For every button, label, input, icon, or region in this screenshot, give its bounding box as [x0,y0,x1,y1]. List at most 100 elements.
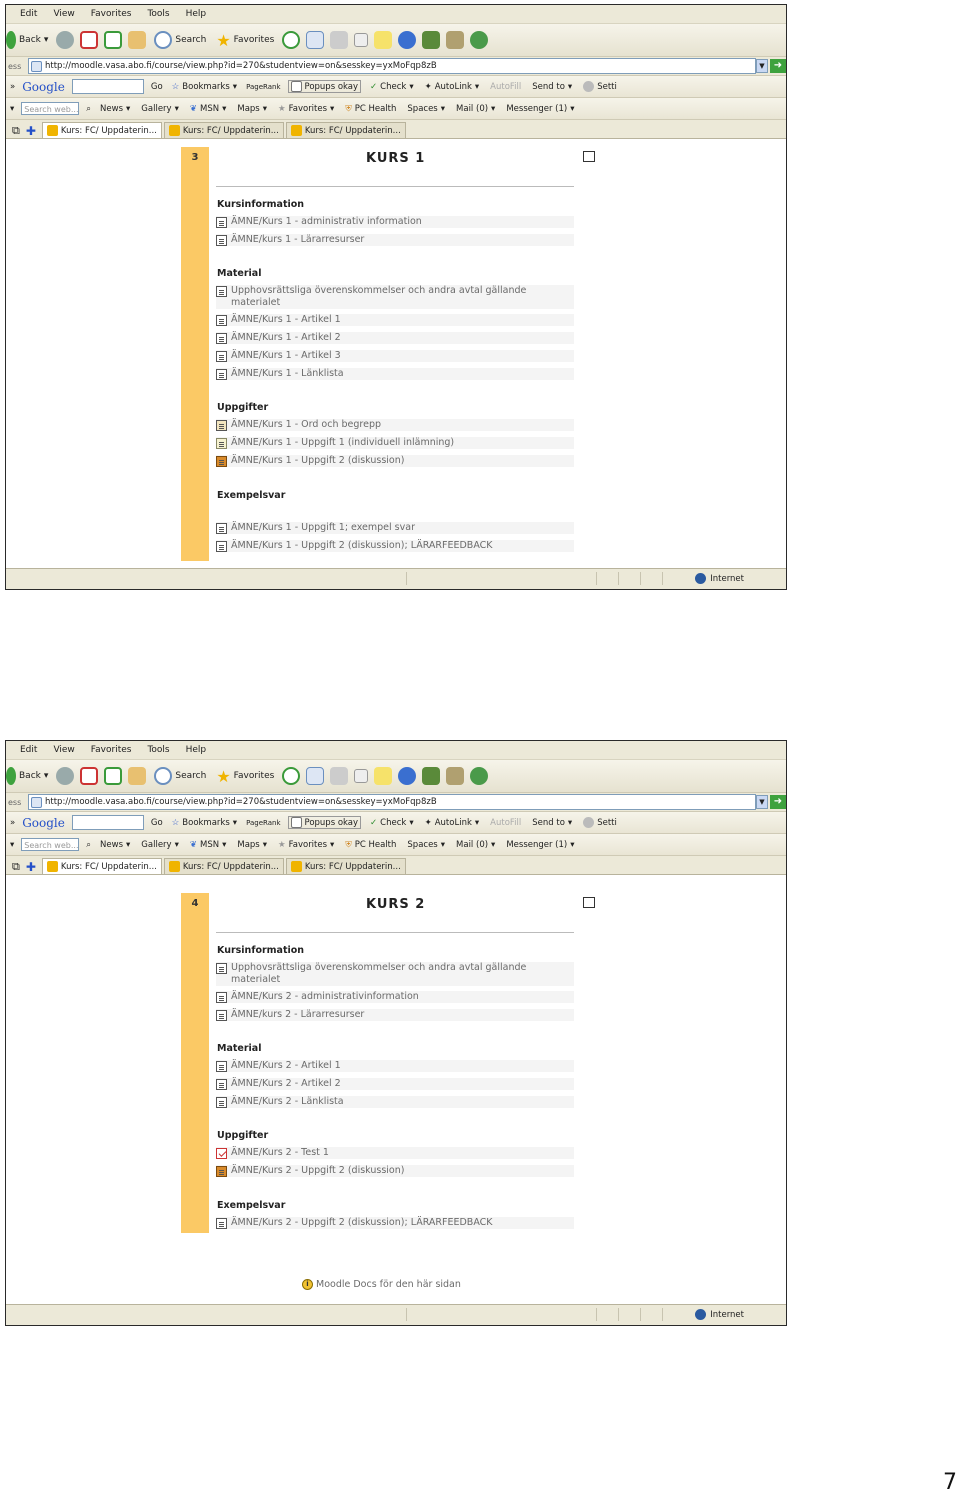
media-icon[interactable] [422,31,441,49]
back-button[interactable]: Back ▾ [6,31,50,49]
settings-button[interactable]: Setti [581,817,619,828]
web-search-input[interactable]: Search web... [21,838,80,851]
globe-icon[interactable] [398,31,417,49]
list-item[interactable]: ÄMNE/Kurs 1 - administrativ information [216,216,574,228]
menu-favorites[interactable]: Favorites [91,9,132,19]
spaces-button[interactable]: Spaces ▾ [405,840,447,850]
print-icon[interactable] [330,31,349,49]
tab-course-2[interactable]: Kurs: FC/ Uppdaterin... [163,122,284,138]
favorites-button[interactable]: ★ Favorites [214,31,276,50]
news-button[interactable]: News ▾ [98,840,132,850]
pchealth-button[interactable]: ⛨ PC Health [343,104,398,114]
search-icon[interactable]: ⌕ [86,840,91,850]
refresh-icon[interactable] [104,767,123,785]
forward-icon[interactable] [56,31,75,49]
list-item[interactable]: ÄMNE/Kurs 1 - Uppgift 2 (diskussion); LÄ… [216,540,574,552]
tab-course-3[interactable]: Kurs: FC/ Uppdaterin... [285,858,406,874]
google-go-button[interactable]: Go [151,818,163,828]
section-checkbox-icon[interactable] [583,897,595,908]
list-item[interactable]: ÄMNE/Kurs 1 - Ord och begrepp [216,419,574,431]
list-item[interactable]: ÄMNE/Kurs 2 - Uppgift 2 (diskussion) [216,1165,574,1177]
note-icon[interactable] [374,767,393,785]
history-icon[interactable] [282,31,301,49]
google-search-input[interactable] [71,79,144,94]
address-dropdown[interactable]: ▼ [756,59,768,73]
new-tab-icon[interactable]: ✚ [26,124,36,138]
mail-icon[interactable] [306,767,325,785]
autolink-button[interactable]: ✦ AutoLink ▾ [423,818,482,828]
list-item[interactable]: ÄMNE/kurs 1 - Lärarresurser [216,234,574,246]
messenger-button[interactable]: Messenger (1) ▾ [504,840,576,850]
tab-course-3[interactable]: Kurs: FC/ Uppdaterin... [285,122,406,138]
tab-course-1[interactable]: Kurs: FC/ Uppdaterin... [41,858,162,874]
print-icon[interactable] [330,767,349,785]
live-favorites-button[interactable]: ★ Favorites ▾ [276,840,336,850]
bookmarks-button[interactable]: ☆ Bookmarks ▾ [170,818,239,828]
live-favorites-button[interactable]: ★ Favorites ▾ [276,104,336,114]
spaces-button[interactable]: Spaces ▾ [405,104,447,114]
messenger-button[interactable]: Messenger (1) ▾ [504,104,576,114]
search-button[interactable]: Search [152,767,208,785]
maps-button[interactable]: Maps ▾ [235,840,269,850]
list-item[interactable]: Upphovsrättsliga överenskommelser och an… [216,285,574,309]
menu-favorites[interactable]: Favorites [91,745,132,755]
list-item[interactable]: ÄMNE/Kurs 1 - Artikel 1 [216,314,574,326]
globe-icon[interactable] [398,767,417,785]
media-icon[interactable] [422,767,441,785]
list-item[interactable]: ÄMNE/Kurs 2 - Artikel 2 [216,1078,574,1090]
back-button[interactable]: Back ▾ [6,767,50,785]
chevron-icon[interactable]: » [10,82,15,92]
menu-view[interactable]: View [53,9,74,19]
quick-tabs-icon[interactable]: ⧉ [12,124,20,138]
menu-edit[interactable]: Edit [20,745,37,755]
menu-view[interactable]: View [53,745,74,755]
web-search-input[interactable]: Search web... [21,102,80,115]
list-item[interactable]: ÄMNE/Kurs 1 - Uppgift 1; exempel svar [216,522,574,534]
note-icon[interactable] [374,31,393,49]
messenger-icon[interactable] [470,767,489,785]
list-item[interactable]: ÄMNE/Kurs 2 - Artikel 1 [216,1060,574,1072]
search-icon[interactable]: ⌕ [86,104,91,114]
popups-button[interactable]: Popups okay [287,816,362,829]
list-item[interactable]: ÄMNE/Kurs 2 - Länklista [216,1096,574,1108]
stop-icon[interactable] [80,31,99,49]
list-item[interactable]: ÄMNE/Kurs 2 - administrativinformation [216,991,574,1003]
favorites-button[interactable]: ★ Favorites [214,767,276,786]
autofill-button[interactable]: AutoFill [488,818,523,828]
google-search-input[interactable] [71,815,144,830]
moodle-docs-link[interactable]: i Moodle Docs för den här sidan [302,1279,461,1290]
toolbar-dropdown-icon[interactable]: ▾ [10,104,14,114]
sendto-button[interactable]: Send to ▾ [530,818,574,828]
address-dropdown[interactable]: ▼ [756,795,768,809]
list-item[interactable]: ÄMNE/Kurs 1 - Uppgift 1 (individuell inl… [216,437,574,449]
mail-button[interactable]: Mail (0) ▾ [454,840,497,850]
edit-icon[interactable] [354,33,369,47]
bookmarks-button[interactable]: ☆ Bookmarks ▾ [170,82,239,92]
menu-help[interactable]: Help [186,9,207,19]
autolink-button[interactable]: ✦ AutoLink ▾ [423,82,482,92]
msn-button[interactable]: ❦ MSN ▾ [188,840,229,850]
spellcheck-button[interactable]: ✓ Check ▾ [368,82,416,92]
pchealth-button[interactable]: ⛨ PC Health [343,840,398,850]
sendto-button[interactable]: Send to ▾ [530,82,574,92]
menu-tools[interactable]: Tools [147,9,169,19]
menu-help[interactable]: Help [186,745,207,755]
go-arrow-icon[interactable]: ➜ [770,795,786,809]
mail-icon[interactable] [306,31,325,49]
tab-course-1[interactable]: Kurs: FC/ Uppdaterin... [41,122,162,138]
maps-button[interactable]: Maps ▾ [235,104,269,114]
research-icon[interactable] [446,767,465,785]
research-icon[interactable] [446,31,465,49]
gallery-button[interactable]: Gallery ▾ [139,840,181,850]
address-input[interactable]: http://moodle.vasa.abo.fi/course/view.ph… [28,794,756,810]
menu-edit[interactable]: Edit [20,9,37,19]
toolbar-dropdown-icon[interactable]: ▾ [10,840,14,850]
mail-button[interactable]: Mail (0) ▾ [454,104,497,114]
popups-button[interactable]: Popups okay [287,80,362,93]
list-item[interactable]: ÄMNE/Kurs 1 - Artikel 2 [216,332,574,344]
chevron-icon[interactable]: » [10,818,15,828]
list-item[interactable]: ÄMNE/Kurs 1 - Uppgift 2 (diskussion) [216,455,574,467]
forward-icon[interactable] [56,767,75,785]
gallery-button[interactable]: Gallery ▾ [139,104,181,114]
list-item[interactable]: ÄMNE/Kurs 1 - Artikel 3 [216,350,574,362]
